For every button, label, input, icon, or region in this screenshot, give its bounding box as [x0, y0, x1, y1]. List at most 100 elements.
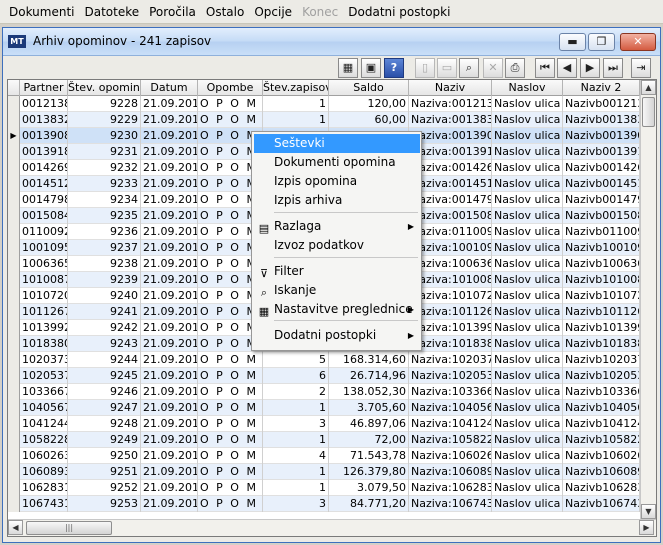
cell-naziv2[interactable]: Nazivb0015084 [563, 208, 640, 224]
cell-opombe[interactable]: O P O M I N [198, 464, 263, 480]
cell-saldo[interactable]: 3.705,60 [329, 400, 409, 416]
cell-datum[interactable]: 21.09.2012 [141, 160, 198, 176]
cell-naziv[interactable]: Naziva:1060893 [409, 464, 492, 480]
cell-saldo[interactable]: 71.543,78 [329, 448, 409, 464]
cell-datum[interactable]: 21.09.2012 [141, 240, 198, 256]
cell-naslov[interactable]: Naslov ulica 1 [492, 480, 563, 496]
cell-naziv2[interactable]: Nazivb1020373 [563, 352, 640, 368]
cell-stz[interactable]: 1 [263, 480, 329, 496]
cell-partner[interactable]: 0014269 [20, 160, 68, 176]
cell-naslov[interactable]: Naslov ulica 1 [492, 96, 563, 112]
cell-saldo[interactable]: 72,00 [329, 432, 409, 448]
cell-saldo[interactable]: 120,00 [329, 96, 409, 112]
cell-datum[interactable]: 21.09.2012 [141, 96, 198, 112]
cell-naziv[interactable]: Naziva:0012138 [409, 96, 492, 112]
scroll-right-button[interactable]: ▶ [639, 520, 654, 535]
cell-datum[interactable]: 21.09.2012 [141, 416, 198, 432]
cell-naziv[interactable]: Naziva:1040567 [409, 400, 492, 416]
cell-opombe[interactable]: O P O M I N [198, 496, 263, 512]
cell-partner[interactable]: 1020537 [20, 368, 68, 384]
cell-naziv[interactable]: Naziva:1060263 [409, 448, 492, 464]
cell-naslov[interactable]: Naslov ulica 1 [492, 496, 563, 512]
cell-datum[interactable]: 21.09.2012 [141, 112, 198, 128]
cell-opombe[interactable]: O P O M I N [198, 432, 263, 448]
cell-naziv2[interactable]: Nazivb1018380 [563, 336, 640, 352]
column-header-opombe[interactable]: Opombe [198, 80, 263, 96]
cell-partner[interactable]: 1062831 [20, 480, 68, 496]
context-item-izpis-arhiva[interactable]: Izpis arhiva [254, 191, 420, 210]
cell-naziv2[interactable]: Nazivb1011267 [563, 304, 640, 320]
cell-stz[interactable]: 5 [263, 352, 329, 368]
cell-naslov[interactable]: Naslov ulica 1 [492, 448, 563, 464]
cell-naziv2[interactable]: Nazivb1060263 [563, 448, 640, 464]
horizontal-scrollbar[interactable]: ◀ ||| ▶ [8, 519, 656, 536]
cell-datum[interactable]: 21.09.2012 [141, 144, 198, 160]
context-item-filter[interactable]: ⊽ Filter [254, 262, 420, 281]
menu-konec[interactable]: Konec [297, 1, 343, 23]
cell-partner[interactable]: 1010720 [20, 288, 68, 304]
cell-naziv[interactable]: Naziva:1020373 [409, 352, 492, 368]
cell-datum[interactable]: 21.09.2012 [141, 368, 198, 384]
cell-stev[interactable]: 9234 [68, 192, 141, 208]
title-bar[interactable]: MT Arhiv opominov - 241 zapisov ▬ ❐ ✕ [3, 28, 660, 56]
context-item-izvoz-podatkov[interactable]: Izvoz podatkov [254, 236, 420, 255]
table-row[interactable]: 1062831925221.09.2012O P O M I N13.079,5… [8, 480, 640, 496]
cell-saldo[interactable]: 46.897,06 [329, 416, 409, 432]
previous-record-button[interactable]: ◀ [557, 58, 577, 78]
find-button[interactable]: ⌕ [459, 58, 479, 78]
cell-datum[interactable]: 21.09.2012 [141, 320, 198, 336]
cell-stev[interactable]: 9235 [68, 208, 141, 224]
cell-partner[interactable]: 1041244 [20, 416, 68, 432]
cell-naslov[interactable]: Naslov ulica 1 [492, 304, 563, 320]
cell-naziv2[interactable]: Nazivb1001095 [563, 240, 640, 256]
cell-naziv2[interactable]: Nazivb1062831 [563, 480, 640, 496]
cell-datum[interactable]: 21.09.2012 [141, 448, 198, 464]
cell-stev[interactable]: 9253 [68, 496, 141, 512]
cell-opombe[interactable]: O P O M I N [198, 416, 263, 432]
context-item-razlaga[interactable]: ▤ Razlaga ▶ [254, 217, 420, 236]
cell-stev[interactable]: 9231 [68, 144, 141, 160]
cell-partner[interactable]: 1067431 [20, 496, 68, 512]
cell-partner[interactable]: 0012138 [20, 96, 68, 112]
cell-naziv2[interactable]: Nazivb0014269 [563, 160, 640, 176]
menu-dokumenti[interactable]: Dokumenti [4, 1, 79, 23]
cell-naslov[interactable]: Naslov ulica 1 [492, 384, 563, 400]
cell-stev[interactable]: 9245 [68, 368, 141, 384]
cell-partner[interactable]: 1011267 [20, 304, 68, 320]
cell-datum[interactable]: 21.09.2012 [141, 176, 198, 192]
cell-datum[interactable]: 21.09.2012 [141, 480, 198, 496]
new-document-button[interactable]: ▯ [415, 58, 435, 78]
cell-stev[interactable]: 9232 [68, 160, 141, 176]
cell-stev[interactable]: 9249 [68, 432, 141, 448]
cell-opombe[interactable]: O P O M I N [198, 448, 263, 464]
cell-naslov[interactable]: Naslov ulica 1 [492, 368, 563, 384]
cell-partner[interactable]: 0013908 [20, 128, 68, 144]
menu-ostalo[interactable]: Ostalo [201, 1, 249, 23]
cell-opombe[interactable]: O P O M I N [198, 480, 263, 496]
vertical-scrollbar[interactable]: ▲ ▼ [640, 80, 656, 520]
horizontal-scroll-thumb[interactable]: ||| [26, 521, 112, 535]
cell-stev[interactable]: 9243 [68, 336, 141, 352]
cell-stz[interactable]: 4 [263, 448, 329, 464]
cell-stev[interactable]: 9250 [68, 448, 141, 464]
cell-datum[interactable]: 21.09.2012 [141, 192, 198, 208]
cell-datum[interactable]: 21.09.2012 [141, 336, 198, 352]
cell-naslov[interactable]: Naslov ulica 1 [492, 208, 563, 224]
table-row[interactable]: 1058228924921.09.2012O P O M I N172,00Na… [8, 432, 640, 448]
close-button[interactable]: ✕ [620, 33, 656, 51]
cell-naziv2[interactable]: Nazivb0014512 [563, 176, 640, 192]
menu-opcije[interactable]: Opcije [249, 1, 297, 23]
cell-partner[interactable]: 1060263 [20, 448, 68, 464]
cell-naziv2[interactable]: Nazivb0013918 [563, 144, 640, 160]
cell-naslov[interactable]: Naslov ulica 1 [492, 432, 563, 448]
cell-stev[interactable]: 9237 [68, 240, 141, 256]
cell-naziv2[interactable]: Nazivb1006365 [563, 256, 640, 272]
cell-stev[interactable]: 9247 [68, 400, 141, 416]
cell-saldo[interactable]: 138.052,30 [329, 384, 409, 400]
cell-stev[interactable]: 9236 [68, 224, 141, 240]
cell-opombe[interactable]: O P O M I N [198, 112, 263, 128]
table-row[interactable]: 0012138922821.09.2012O P O M I N1120,00N… [8, 96, 640, 112]
cell-stev[interactable]: 9246 [68, 384, 141, 400]
column-header-stev[interactable]: Štev. opomina [68, 80, 141, 96]
cell-naziv[interactable]: Naziva:1067431 [409, 496, 492, 512]
